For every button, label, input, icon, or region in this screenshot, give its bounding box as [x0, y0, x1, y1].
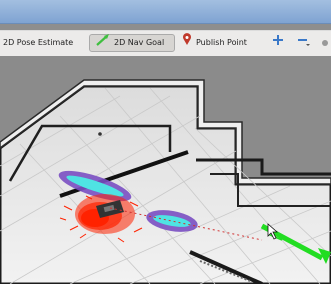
tool-2d-nav-goal[interactable]: 2D Nav Goal	[89, 33, 175, 53]
tool-publish-point[interactable]: Publish Point	[182, 33, 247, 53]
toolbar-overflow-icon[interactable]	[322, 34, 328, 52]
tool-label: 2D Pose Estimate	[3, 38, 74, 47]
zoom-minus-icon	[297, 34, 311, 53]
move-camera-icon	[272, 34, 284, 53]
window-titlebar	[0, 0, 331, 24]
map-pin-icon	[182, 33, 192, 53]
map-render	[0, 56, 331, 284]
3d-map-viewport[interactable]	[0, 56, 331, 284]
zoom-tool[interactable]	[297, 34, 311, 52]
rviz-toolbar: 2D Pose Estimate 2D Nav Goal Publish Poi…	[0, 30, 331, 57]
goal-arrow-icon	[96, 33, 110, 53]
tool-label: 2D Nav Goal	[114, 38, 165, 47]
tool-2d-pose-estimate[interactable]: 2D Pose Estimate	[3, 34, 73, 52]
move-camera-tool[interactable]	[272, 34, 284, 52]
tool-label: Publish Point	[196, 38, 247, 47]
